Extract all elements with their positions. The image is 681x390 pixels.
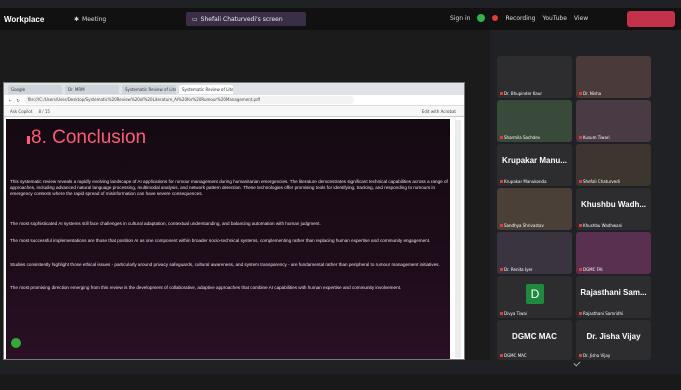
participant-name: Shefali Chaturvedi [579, 179, 620, 184]
paragraph: The most promising direction emerging fr… [10, 285, 402, 290]
participant-tile[interactable]: Kusum Tiwari [576, 100, 651, 142]
top-bar-actions: Sign in Recording YouTube View [450, 14, 588, 22]
screen-icon: ▭ [192, 15, 198, 23]
browser-tab[interactable]: Dr. MRM [65, 84, 119, 94]
people-icon: ✱ [74, 15, 80, 23]
browser-tab-strip: Google Dr. MRM Systematic Review of Lite… [4, 83, 464, 95]
browser-window: Google Dr. MRM Systematic Review of Lite… [3, 82, 465, 360]
app-icon[interactable] [11, 338, 21, 348]
teams-meeting-window: Workplace ✱ Meeting ▭ Shefali Chaturvedi… [0, 0, 681, 390]
paragraph: This systematic review reveals a rapidly… [10, 179, 448, 197]
bottom-strip [0, 374, 681, 390]
mic-off-icon [500, 92, 503, 95]
pdf-toolbar: Ask Copilot 8 / 15 Edit with Acrobat [4, 106, 464, 117]
participant-name: Krupakar Manukonda [500, 179, 547, 184]
participant-name: Sandhya Shrivastav [500, 223, 544, 228]
mic-off-icon [500, 136, 503, 139]
mic-off-icon [579, 268, 582, 271]
participant-name: DGMC MAC [500, 353, 527, 358]
edit-acrobat-button[interactable]: Edit with Acrobat [422, 109, 456, 114]
participant-display-name: Khushbu Wadh... [580, 200, 647, 209]
leave-button[interactable] [627, 11, 675, 27]
back-icon[interactable]: ← [9, 98, 12, 103]
meeting-title: Meeting [82, 15, 107, 23]
pdf-page: 8. Conclusion This systematic review rev… [6, 119, 450, 359]
recording-label: Recording [505, 14, 536, 22]
mic-off-icon [579, 180, 582, 183]
paragraph: Studies consistently highlight those eth… [10, 262, 440, 267]
chevron-down-icon[interactable] [573, 359, 581, 367]
participant-name: DGMC FAI [579, 267, 603, 272]
mic-off-icon [579, 136, 582, 139]
participant-tile[interactable]: Krupakar Manu... Krupakar Manukonda [497, 144, 572, 186]
mic-off-icon [500, 224, 503, 227]
participant-tile[interactable]: Dr. Jisha Vijay Dr. Jisha Vijay [576, 320, 651, 360]
participant-tile[interactable]: Dr. Bhupinder Kaur [497, 56, 572, 98]
participant-tile[interactable]: Khushbu Wadh... Khushbu Wadhwani [576, 188, 651, 230]
app-title: Workplace [4, 14, 45, 24]
mic-off-icon [500, 180, 503, 183]
url-field[interactable]: file:///C:/Users/User/Desktop/Systematic… [23, 96, 354, 104]
participant-name: Dr. Nisha [579, 91, 601, 96]
pdf-scrollbar[interactable] [455, 120, 461, 358]
paragraph: The most successful implementations are … [10, 238, 431, 243]
participant-tile[interactable]: DGMC MAC DGMC MAC [497, 320, 572, 360]
page-heading: 8. Conclusion [31, 127, 147, 148]
shared-screen-area: Google Dr. MRM Systematic Review of Lite… [0, 30, 490, 360]
participant-display-name: Krupakar Manu... [502, 156, 567, 165]
mic-off-icon [579, 312, 582, 315]
participant-name: Dr. Renita Iyer [500, 267, 533, 272]
participant-tile[interactable]: Sharmila Sachdev [497, 100, 572, 142]
shared-screen-tab[interactable]: ▭ Shefali Chaturvedi's screen [186, 12, 306, 26]
taskbar-left [3, 335, 33, 351]
participant-tile[interactable]: DGMC FAI [576, 232, 651, 274]
mic-off-icon [579, 354, 582, 357]
participant-name: Divya Tiwai [500, 311, 527, 316]
avatar: D [526, 284, 544, 304]
address-bar: ← ↻ file:///C:/Users/User/Desktop/System… [4, 95, 464, 106]
participant-display-name: DGMC MAC [512, 332, 557, 341]
participant-name: Khushbu Wadhwani [579, 223, 622, 228]
copilot-button[interactable]: Ask Copilot [10, 109, 32, 114]
participant-tile[interactable]: Dr. Renita Iyer [497, 232, 572, 274]
browser-tab-active[interactable]: Systematic Review of Literature [179, 84, 233, 94]
view-button[interactable]: View [574, 15, 588, 22]
status-icon [477, 14, 486, 22]
participant-name: Kusum Tiwari [579, 135, 610, 140]
mic-off-icon [500, 354, 503, 357]
participant-tile[interactable]: Dr. Nisha [576, 56, 651, 98]
participant-name: Dr. Bhupinder Kaur [500, 91, 542, 96]
youtube-button[interactable]: YouTube [542, 15, 566, 22]
participant-tile[interactable]: D Divya Tiwai [497, 276, 572, 318]
record-icon [492, 15, 499, 21]
paragraph: The most sophisticated AI systems still … [10, 221, 321, 226]
participant-tile[interactable]: Sandhya Shrivastav [497, 188, 572, 230]
participant-tile[interactable]: Rajasthani Sam... Rajasthani Samridhi [576, 276, 651, 318]
participant-tile[interactable]: Shefali Chaturvedi [576, 144, 651, 186]
participants-panel: Dr. Bhupinder Kaur Dr. Nisha Sharmila Sa… [497, 56, 653, 360]
mic-off-icon [579, 224, 582, 227]
browser-tab[interactable]: Google [8, 84, 62, 94]
browser-tab[interactable]: Systematic Review of Literature [122, 84, 176, 94]
page-counter: 8 / 15 [38, 108, 50, 114]
mic-off-icon [500, 312, 503, 315]
teams-top-bar: Workplace ✱ Meeting ▭ Shefali Chaturvedi… [0, 8, 681, 30]
shared-screen-label: Shefali Chaturvedi's screen [200, 15, 283, 23]
participant-name: Sharmila Sachdev [500, 135, 540, 140]
participant-name: Rajasthani Samridhi [579, 311, 623, 316]
participant-display-name: Dr. Jisha Vijay [586, 332, 641, 341]
heading-marker [27, 136, 30, 144]
participant-name: Dr. Jisha Vijay [579, 353, 610, 358]
mic-off-icon [579, 92, 582, 95]
mic-off-icon [500, 268, 503, 271]
sign-in-link[interactable]: Sign in [450, 15, 470, 22]
reload-icon[interactable]: ↻ [16, 98, 19, 103]
participant-display-name: Rajasthani Sam... [580, 288, 647, 297]
meeting-label[interactable]: ✱ Meeting [74, 16, 184, 23]
